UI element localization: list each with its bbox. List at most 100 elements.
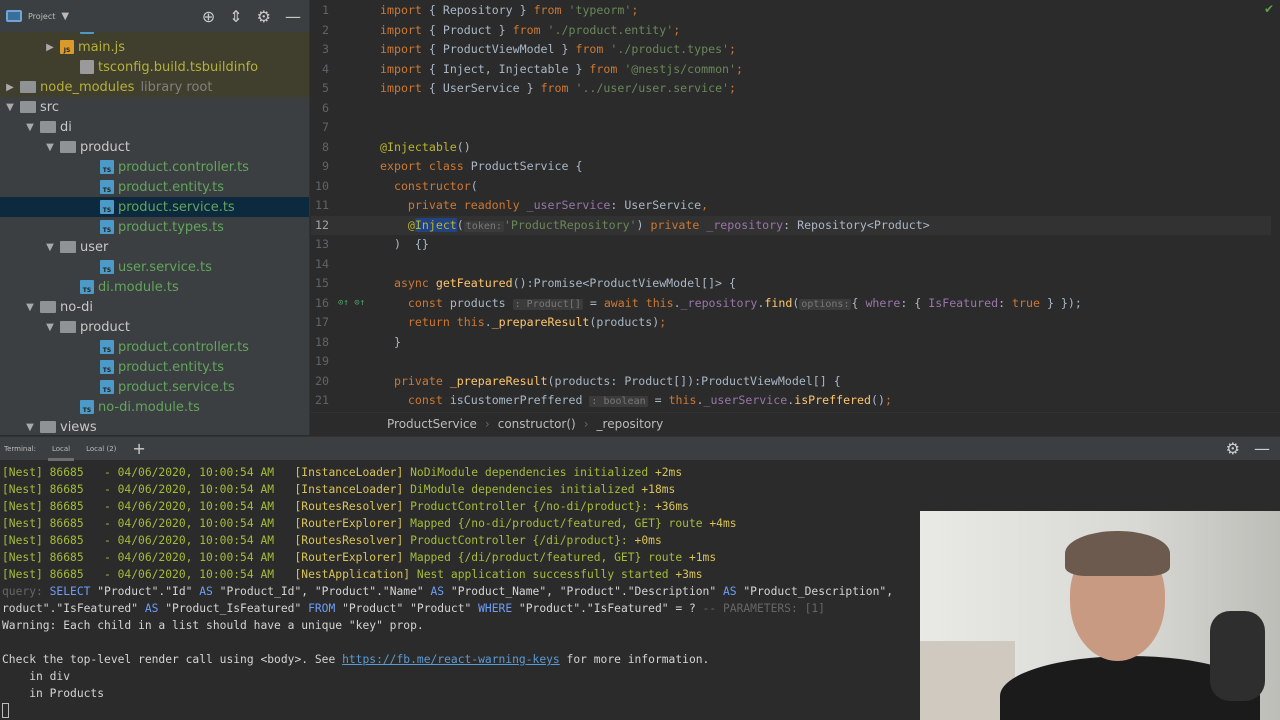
code-token: '@nestjs/common' (624, 61, 737, 76)
code-line[interactable]: 21 const isCustomerPreffered : boolean =… (311, 391, 1271, 411)
code-line[interactable]: 11 private readonly _userService: UserSe… (311, 196, 1271, 216)
code-line[interactable]: 3 import { ProductViewModel } from './pro… (311, 40, 1271, 60)
tree-item[interactable]: tsconfig.build.tsbuildinfo (0, 57, 309, 77)
gear-icon[interactable]: ⚙ (1226, 439, 1240, 458)
code-line[interactable]: 14 (311, 255, 1271, 275)
code-line[interactable]: 8 @Injectable() (311, 138, 1271, 158)
breadcrumb-field[interactable]: _repository (597, 417, 664, 431)
tree-item[interactable]: TS product.controller.ts (0, 157, 309, 177)
chevron-right-icon[interactable]: ▶ (4, 82, 16, 93)
tree-item-label: di (60, 119, 72, 135)
chevron-down-icon[interactable]: ▼ (61, 11, 69, 22)
tree-item[interactable]: ▼ user (0, 237, 309, 257)
code-token: ; (631, 3, 639, 17)
chevron-down-icon[interactable]: ▼ (4, 102, 16, 113)
terminal-line: in Products (2, 685, 104, 702)
breadcrumb-class[interactable]: ProductService (387, 417, 477, 431)
code-line[interactable]: 4 import { Inject, Injectable } from '@ne… (311, 60, 1271, 80)
chevron-down-icon[interactable]: ▼ (24, 122, 36, 133)
chevron-down-icon[interactable]: ▼ (24, 422, 36, 433)
code-line[interactable]: 13 ) {} (311, 235, 1271, 255)
tree-item[interactable]: ▼ di (0, 117, 309, 137)
chevron-right-icon[interactable]: ▶ (44, 42, 56, 53)
code-token: 'ProductRepository' (503, 217, 637, 232)
code-line[interactable]: 16 ⊙↑ ⊙↑ const products : Product[] = awa… (311, 294, 1271, 314)
new-terminal-icon[interactable]: + (132, 439, 145, 458)
breadcrumb-method[interactable]: constructor() (498, 417, 576, 431)
tree-item[interactable]: ▶ JS main.js (0, 37, 309, 57)
terminal-label: Terminal: (4, 444, 36, 453)
tree-item[interactable]: ▶ node_modules library root (0, 77, 309, 97)
project-view-selector[interactable]: Project (28, 12, 55, 21)
terminal-text: [Nest] 86685 - 04/06/2020, 10:00:54 AM (2, 500, 295, 513)
terminal-text: for more information. (559, 653, 710, 666)
code-line[interactable]: 19 (311, 352, 1271, 372)
tree-item[interactable]: TS product.entity.ts (0, 177, 309, 197)
tree-item[interactable]: ▼ views (0, 417, 309, 435)
terminal-text: [Nest] 86685 - 04/06/2020, 10:00:54 AM (2, 466, 295, 479)
tree-item[interactable]: ▼ product (0, 137, 309, 157)
code-token: from (540, 81, 576, 95)
code-token: '../user/user.service' (575, 81, 730, 95)
tree-item-label: di.module.ts (98, 279, 179, 295)
code-token: ) (636, 217, 651, 232)
code-token: _prepareResult (491, 315, 590, 329)
tab-local[interactable]: Local (47, 437, 75, 461)
code-line[interactable]: 5 import { UserService } from '../user/us… (311, 79, 1271, 99)
tree-item-label: user.service.ts (118, 259, 212, 275)
code-line[interactable]: 2 import { Product } from './product.enti… (311, 21, 1271, 41)
tree-item-label: product.entity.ts (118, 179, 225, 195)
chevron-right-icon: › (583, 416, 589, 431)
tree-item[interactable]: ▼ no-di (0, 297, 309, 317)
code-editor[interactable]: ✔ 1 import { Repository } from 'typeorm';… (311, 0, 1280, 412)
line-number: 1 (322, 3, 329, 17)
tree-item[interactable]: TS no-di.module.ts (0, 397, 309, 417)
tree-item[interactable]: TS product.types.ts (0, 217, 309, 237)
line-number: 12 (315, 217, 329, 232)
terminal-text: -- PARAMETERS: [1] (702, 602, 825, 615)
chevron-down-icon[interactable]: ▼ (44, 242, 56, 253)
tree-item[interactable]: TS product.service.ts (0, 197, 309, 217)
tree-item[interactable]: TS user.service.ts (0, 257, 309, 277)
chevron-down-icon[interactable]: ▼ (24, 302, 36, 313)
tree-item[interactable]: TS product.service.ts (0, 377, 309, 397)
terminal-text: "Product_IsFeatured" (165, 602, 309, 615)
code-token: @Injectable (380, 139, 457, 154)
code-token: = (647, 393, 669, 407)
tree-item[interactable]: TS product.entity.ts (0, 357, 309, 377)
tree-item[interactable]: TS product.controller.ts (0, 337, 309, 357)
code-line[interactable]: 10 constructor( (311, 177, 1271, 197)
tree-item[interactable]: TS di.module.ts (0, 277, 309, 297)
code-line[interactable]: 15 async getFeatured():Promise<ProductVi… (311, 274, 1271, 294)
code-line[interactable]: 18 } (311, 333, 1271, 353)
terminal-text: AS (144, 602, 166, 615)
terminal-text: Warning: Each child in a list should hav… (2, 619, 424, 632)
code-line[interactable]: 17 return this._prepareResult(products); (311, 313, 1271, 333)
code-line[interactable]: 20 private _prepareResult(products: Prod… (311, 372, 1271, 392)
tree-item[interactable]: ▼ src (0, 97, 309, 117)
code-token: : Repository<Product> (783, 217, 930, 232)
locate-icon[interactable]: ⊕ (202, 7, 215, 26)
chevron-down-icon[interactable]: ▼ (44, 322, 56, 333)
code-token: private readonly (380, 198, 527, 212)
code-line[interactable]: 6 (311, 99, 1271, 119)
gutter-implementation-icon[interactable]: ⊙↑ ⊙↑ (338, 294, 365, 314)
terminal-text: [InstanceLoader] (294, 483, 411, 496)
minimize-icon[interactable]: — (1254, 439, 1270, 458)
tree-item-label: product (80, 319, 131, 335)
chevron-down-icon[interactable]: ▼ (44, 142, 56, 153)
line-number: 7 (322, 120, 329, 134)
code-line[interactable]: 12 @Inject(token: 'ProductRepository') pr… (311, 215, 1271, 235)
terminal-link[interactable]: https://fb.me/react-warning-keys (342, 653, 560, 666)
code-line[interactable]: 1 import { Repository } from 'typeorm'; (311, 1, 1271, 21)
code-line[interactable]: 9 export class ProductService { (311, 157, 1271, 177)
tree-item[interactable]: ▼ product (0, 317, 309, 337)
gear-icon[interactable]: ⚙ (257, 7, 271, 26)
terminal-text: [Nest] 86685 - 04/06/2020, 10:00:54 AM (2, 551, 295, 564)
minimize-icon[interactable]: — (285, 7, 301, 26)
collapse-all-icon[interactable]: ⇕ (229, 7, 242, 26)
terminal-line: query: SELECT "Product"."Id" AS "Product… (2, 583, 893, 600)
code-line[interactable]: 7 (311, 118, 1271, 138)
code-content: private _prepareResult(products: Product… (380, 372, 841, 392)
tab-local-2[interactable]: Local (2) (86, 437, 116, 461)
